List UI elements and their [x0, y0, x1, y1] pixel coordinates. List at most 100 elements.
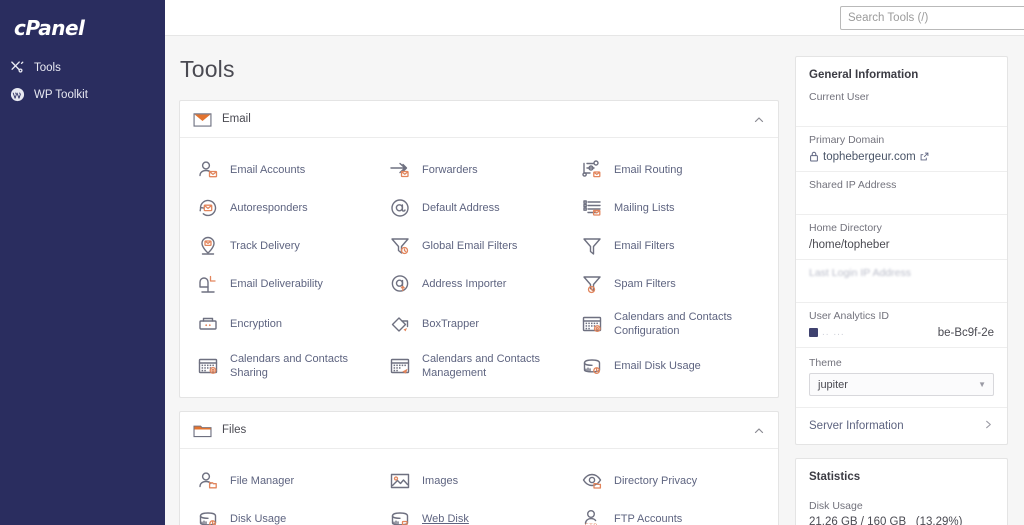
file-manager-icon	[196, 469, 220, 493]
section-tools-files: File Manager Images Directory Privacy Di…	[180, 449, 778, 525]
tool-boxtrapper[interactable]: BoxTrapper	[384, 303, 576, 345]
chevron-up-icon[interactable]	[753, 424, 765, 436]
tool-global-email-filters[interactable]: Global Email Filters	[384, 227, 576, 265]
tool-autoresponders[interactable]: Autoresponders	[192, 189, 384, 227]
external-link-icon[interactable]	[920, 152, 929, 161]
info-value	[809, 107, 994, 118]
info-value: /home/topheber	[809, 238, 890, 251]
tool-address-importer[interactable]: Address Importer	[384, 265, 576, 303]
email-filters-icon	[580, 234, 604, 258]
tool-default-address[interactable]: Default Address	[384, 189, 576, 227]
tool-email-filters[interactable]: Email Filters	[576, 227, 768, 265]
info-row-last-login-ip: Last Login IP Address	[796, 259, 1007, 302]
disk-usage-icon	[196, 507, 220, 525]
chevron-up-icon[interactable]	[753, 113, 765, 125]
calendar-management-icon	[388, 354, 412, 378]
images-icon	[388, 469, 412, 493]
tool-label: Disk Usage	[230, 513, 287, 525]
tool-label: Global Email Filters	[422, 239, 518, 252]
server-information-row[interactable]: Server Information	[796, 407, 1007, 444]
info-row-user-analytics-id: User Analytics ID .. ... be-Bc9f-2e	[796, 302, 1007, 347]
lock-icon	[809, 151, 819, 162]
tool-directory-privacy[interactable]: Directory Privacy	[576, 462, 768, 500]
mailing-lists-icon	[580, 196, 604, 220]
section-title: Files	[222, 424, 247, 437]
search-container	[840, 5, 1024, 30]
cpanel-app: cPanel Tools WP Toolkit Search Tools (/)…	[0, 0, 1024, 525]
global-email-filters-icon	[388, 234, 412, 258]
sidebar-nav: Tools WP Toolkit	[0, 54, 165, 108]
tool-calendars-contacts-management[interactable]: Calendars and Contacts Management	[384, 345, 576, 387]
email-deliverability-icon	[196, 272, 220, 296]
tool-email-deliverability[interactable]: Email Deliverability	[192, 265, 384, 303]
theme-row: Theme jupiter ▼	[796, 347, 1007, 407]
brand-logo[interactable]: cPanel	[0, 0, 165, 48]
disk-usage-percent: (13.29%)	[915, 516, 963, 525]
section-title: Email	[222, 113, 251, 125]
tool-web-disk[interactable]: Web Disk	[384, 500, 576, 525]
tool-email-routing[interactable]: Email Routing	[576, 151, 768, 189]
calendar-config-icon	[580, 312, 604, 336]
panel-title-statistics: Statistics	[809, 471, 861, 483]
info-label: Home Directory	[809, 222, 882, 234]
tool-calendars-contacts-sharing[interactable]: Calendars and Contacts Sharing	[192, 345, 384, 387]
sidebar: cPanel Tools WP Toolkit	[0, 0, 165, 525]
email-routing-icon	[580, 158, 604, 182]
analytics-redaction: .. ...	[809, 327, 845, 338]
sidebar-item-wp-toolkit[interactable]: WP Toolkit	[0, 81, 165, 108]
section-card-email: Email Email Accounts Forwarders Email Ro…	[179, 100, 779, 399]
tool-file-manager[interactable]: File Manager	[192, 462, 384, 500]
tool-images[interactable]: Images	[384, 462, 576, 500]
tool-forwarders[interactable]: Forwarders	[384, 151, 576, 189]
tool-label: Directory Privacy	[614, 475, 698, 488]
tool-spam-filters[interactable]: Spam Filters	[576, 265, 768, 303]
info-value[interactable]: tophebergeur.com	[809, 150, 994, 163]
info-value	[809, 283, 994, 294]
tool-email-disk-usage[interactable]: Email Disk Usage	[576, 345, 768, 387]
theme-select[interactable]: jupiter ▼	[809, 373, 994, 396]
tool-label: Calendars and Contacts Sharing	[230, 353, 349, 380]
info-row-current-user: Current User	[796, 91, 1007, 126]
wordpress-icon	[10, 87, 25, 102]
content-area: Tools Email Email Accounts Forwarders Em…	[165, 36, 1024, 525]
search-input[interactable]	[840, 5, 1024, 30]
chevron-down-icon: ▼	[978, 380, 986, 389]
page-title: Tools	[180, 56, 235, 82]
user-analytics-id-value: be-Bc9f-2e	[937, 326, 994, 339]
tool-label: Autoresponders	[230, 201, 308, 214]
tool-email-accounts[interactable]: Email Accounts	[192, 151, 384, 189]
section-card-files: Files File Manager Images Directory Priv…	[179, 411, 779, 525]
analytics-faint-text: .. ...	[822, 327, 845, 338]
section-tools-email: Email Accounts Forwarders Email Routing …	[180, 138, 778, 397]
info-label: User Analytics ID	[809, 310, 889, 322]
tool-calendars-contacts-configuration[interactable]: Calendars and Contacts Configuration	[576, 303, 768, 345]
info-label: Theme	[809, 357, 842, 369]
tool-label: Email Disk Usage	[614, 360, 701, 373]
info-label: Current User	[809, 91, 870, 103]
brand-name: cPanel	[14, 16, 85, 40]
calendar-sharing-icon	[196, 354, 220, 378]
tools-icon	[10, 60, 25, 75]
sidebar-item-tools[interactable]: Tools	[0, 54, 165, 81]
statistics-panel: Statistics Disk Usage 21.26 GB / 160 GB …	[795, 458, 1008, 525]
tool-label: Images	[422, 475, 459, 488]
tool-label: Default Address	[422, 201, 500, 214]
main-column: Tools Email Email Accounts Forwarders Em…	[165, 36, 795, 525]
tool-mailing-lists[interactable]: Mailing Lists	[576, 189, 768, 227]
stat-row-disk-usage: Disk Usage 21.26 GB / 160 GB (13.29%)	[796, 493, 1007, 525]
info-label: Last Login IP Address	[809, 267, 911, 279]
chevron-right-icon	[983, 419, 994, 433]
tool-disk-usage[interactable]: Disk Usage	[192, 500, 384, 525]
stat-label: Disk Usage	[809, 500, 863, 512]
tool-ftp-accounts[interactable]: FTP FTP Accounts	[576, 500, 768, 525]
tool-label: Forwarders	[422, 163, 478, 176]
tool-label: Track Delivery	[230, 239, 300, 252]
tool-encryption[interactable]: Encryption	[192, 303, 384, 345]
section-header-files[interactable]: Files	[180, 412, 778, 450]
general-information-panel: General Information Current User Primary…	[795, 56, 1008, 445]
tool-track-delivery[interactable]: Track Delivery	[192, 227, 384, 265]
section-header-email[interactable]: Email	[180, 101, 778, 138]
tool-label: Spam Filters	[614, 277, 676, 290]
tool-label: Encryption	[230, 318, 282, 331]
tool-label: Calendars and Contacts Management	[422, 353, 541, 380]
